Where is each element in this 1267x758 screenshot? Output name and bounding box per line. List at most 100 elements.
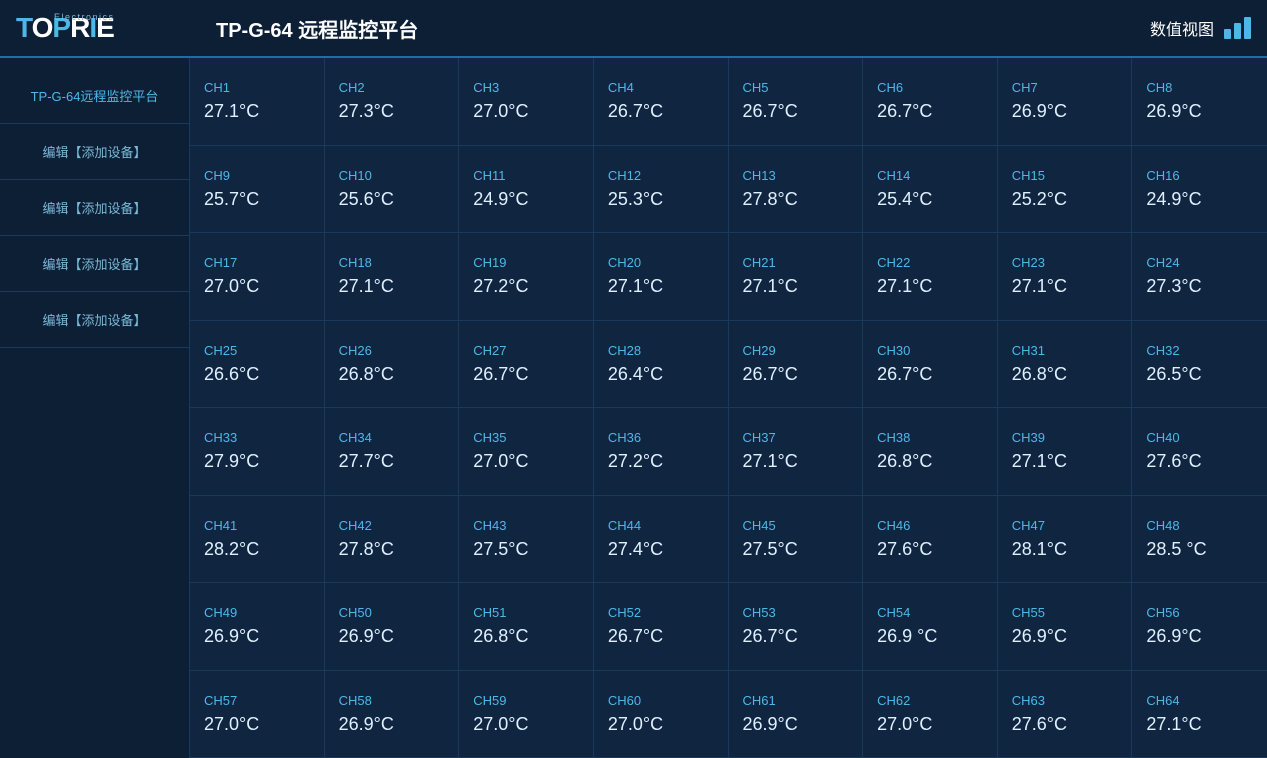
sidebar-item-add2[interactable]: 编辑【添加设备】 — [0, 180, 189, 236]
channel-cell-ch16[interactable]: CH1624.9°C — [1132, 146, 1267, 234]
channel-cell-ch8[interactable]: CH826.9°C — [1132, 58, 1267, 146]
sidebar-item-add1[interactable]: 编辑【添加设备】 — [0, 124, 189, 180]
channel-cell-ch61[interactable]: CH6126.9°C — [729, 671, 864, 758]
channel-cell-ch41[interactable]: CH4128.2°C — [190, 496, 325, 584]
logo-area: Electronics TOPRIE — [16, 14, 206, 42]
channel-cell-ch15[interactable]: CH1525.2°C — [998, 146, 1133, 234]
channel-cell-ch35[interactable]: CH3527.0°C — [459, 408, 594, 496]
channel-value-ch46: 27.6°C — [877, 539, 983, 560]
channel-cell-ch49[interactable]: CH4926.9°C — [190, 583, 325, 671]
channel-cell-ch25[interactable]: CH2526.6°C — [190, 321, 325, 409]
channel-cell-ch39[interactable]: CH3927.1°C — [998, 408, 1133, 496]
channel-cell-ch30[interactable]: CH3026.7°C — [863, 321, 998, 409]
channel-cell-ch29[interactable]: CH2926.7°C — [729, 321, 864, 409]
channel-cell-ch12[interactable]: CH1225.3°C — [594, 146, 729, 234]
channel-cell-ch23[interactable]: CH2327.1°C — [998, 233, 1133, 321]
channel-cell-ch37[interactable]: CH3727.1°C — [729, 408, 864, 496]
channel-value-ch5: 26.7°C — [743, 101, 849, 122]
channel-cell-ch27[interactable]: CH2726.7°C — [459, 321, 594, 409]
channel-value-ch47: 28.1°C — [1012, 539, 1118, 560]
channel-value-ch14: 25.4°C — [877, 189, 983, 210]
channel-cell-ch34[interactable]: CH3427.7°C — [325, 408, 460, 496]
channel-label-ch54: CH54 — [877, 605, 983, 620]
channel-value-ch31: 26.8°C — [1012, 364, 1118, 385]
channel-cell-ch57[interactable]: CH5727.0°C — [190, 671, 325, 758]
channel-grid: CH127.1°CCH227.3°CCH327.0°CCH426.7°CCH52… — [190, 58, 1267, 758]
channel-cell-ch5[interactable]: CH526.7°C — [729, 58, 864, 146]
channel-label-ch46: CH46 — [877, 518, 983, 533]
channel-value-ch37: 27.1°C — [743, 451, 849, 472]
channel-cell-ch59[interactable]: CH5927.0°C — [459, 671, 594, 758]
channel-cell-ch48[interactable]: CH4828.5 °C — [1132, 496, 1267, 584]
channel-value-ch51: 26.8°C — [473, 626, 579, 647]
channel-label-ch38: CH38 — [877, 430, 983, 445]
channel-cell-ch17[interactable]: CH1727.0°C — [190, 233, 325, 321]
channel-cell-ch40[interactable]: CH4027.6°C — [1132, 408, 1267, 496]
channel-cell-ch36[interactable]: CH3627.2°C — [594, 408, 729, 496]
channel-value-ch34: 27.7°C — [339, 451, 445, 472]
channel-cell-ch56[interactable]: CH5626.9°C — [1132, 583, 1267, 671]
channel-value-ch54: 26.9 °C — [877, 626, 983, 647]
channel-cell-ch55[interactable]: CH5526.9°C — [998, 583, 1133, 671]
view-mode-icon[interactable] — [1224, 17, 1251, 39]
channel-cell-ch38[interactable]: CH3826.8°C — [863, 408, 998, 496]
channel-cell-ch52[interactable]: CH5226.7°C — [594, 583, 729, 671]
channel-cell-ch2[interactable]: CH227.3°C — [325, 58, 460, 146]
channel-label-ch30: CH30 — [877, 343, 983, 358]
channel-label-ch16: CH16 — [1146, 168, 1253, 183]
channel-cell-ch53[interactable]: CH5326.7°C — [729, 583, 864, 671]
channel-cell-ch6[interactable]: CH626.7°C — [863, 58, 998, 146]
channel-cell-ch7[interactable]: CH726.9°C — [998, 58, 1133, 146]
channel-cell-ch63[interactable]: CH6327.6°C — [998, 671, 1133, 758]
channel-cell-ch13[interactable]: CH1327.8°C — [729, 146, 864, 234]
channel-label-ch47: CH47 — [1012, 518, 1118, 533]
channel-label-ch39: CH39 — [1012, 430, 1118, 445]
channel-label-ch21: CH21 — [743, 255, 849, 270]
channel-value-ch25: 26.6°C — [204, 364, 310, 385]
channel-value-ch44: 27.4°C — [608, 539, 714, 560]
channel-cell-ch51[interactable]: CH51 26.8°C — [459, 583, 594, 671]
channel-cell-ch3[interactable]: CH327.0°C — [459, 58, 594, 146]
channel-cell-ch32[interactable]: CH3226.5°C — [1132, 321, 1267, 409]
channel-cell-ch20[interactable]: CH2027.1°C — [594, 233, 729, 321]
channel-cell-ch47[interactable]: CH47 28.1°C — [998, 496, 1133, 584]
channel-cell-ch64[interactable]: CH6427.1°C — [1132, 671, 1267, 758]
channel-cell-ch62[interactable]: CH6227.0°C — [863, 671, 998, 758]
channel-cell-ch22[interactable]: CH2227.1°C — [863, 233, 998, 321]
channel-cell-ch46[interactable]: CH46 27.6°C — [863, 496, 998, 584]
channel-cell-ch10[interactable]: CH1025.6°C — [325, 146, 460, 234]
channel-cell-ch58[interactable]: CH5826.9°C — [325, 671, 460, 758]
channel-cell-ch4[interactable]: CH426.7°C — [594, 58, 729, 146]
sidebar-item-add3[interactable]: 编辑【添加设备】 — [0, 236, 189, 292]
channel-cell-ch33[interactable]: CH3327.9°C — [190, 408, 325, 496]
channel-label-ch49: CH49 — [204, 605, 310, 620]
channel-cell-ch54[interactable]: CH54 26.9 °C — [863, 583, 998, 671]
channel-label-ch43: CH43 — [473, 518, 579, 533]
channel-cell-ch26[interactable]: CH2626.8°C — [325, 321, 460, 409]
channel-cell-ch31[interactable]: CH3126.8°C — [998, 321, 1133, 409]
channel-cell-ch42[interactable]: CH4227.8°C — [325, 496, 460, 584]
channel-cell-ch19[interactable]: CH1927.2°C — [459, 233, 594, 321]
channel-cell-ch9[interactable]: CH925.7°C — [190, 146, 325, 234]
channel-cell-ch24[interactable]: CH2427.3°C — [1132, 233, 1267, 321]
sidebar-item-add4[interactable]: 编辑【添加设备】 — [0, 292, 189, 348]
channel-cell-ch45[interactable]: CH4527.5°C — [729, 496, 864, 584]
channel-cell-ch21[interactable]: CH2127.1°C — [729, 233, 864, 321]
channel-cell-ch14[interactable]: CH1425.4°C — [863, 146, 998, 234]
channel-cell-ch50[interactable]: CH5026.9°C — [325, 583, 460, 671]
channel-cell-ch44[interactable]: CH4427.4°C — [594, 496, 729, 584]
channel-value-ch40: 27.6°C — [1146, 451, 1253, 472]
channel-label-ch59: CH59 — [473, 693, 579, 708]
channel-cell-ch18[interactable]: CH1827.1°C — [325, 233, 460, 321]
channel-cell-ch43[interactable]: CH4327.5°C — [459, 496, 594, 584]
channel-cell-ch60[interactable]: CH6027.0°C — [594, 671, 729, 758]
sidebar-item-device1[interactable]: TP-G-64远程监控平台 — [0, 68, 189, 124]
channel-cell-ch28[interactable]: CH2826.4°C — [594, 321, 729, 409]
channel-label-ch51: CH51 — [473, 605, 579, 620]
channel-value-ch13: 27.8°C — [743, 189, 849, 210]
channel-label-ch4: CH4 — [608, 80, 714, 95]
channel-cell-ch1[interactable]: CH127.1°C — [190, 58, 325, 146]
channel-cell-ch11[interactable]: CH1124.9°C — [459, 146, 594, 234]
channel-label-ch41: CH41 — [204, 518, 310, 533]
channel-value-ch58: 26.9°C — [339, 714, 445, 735]
